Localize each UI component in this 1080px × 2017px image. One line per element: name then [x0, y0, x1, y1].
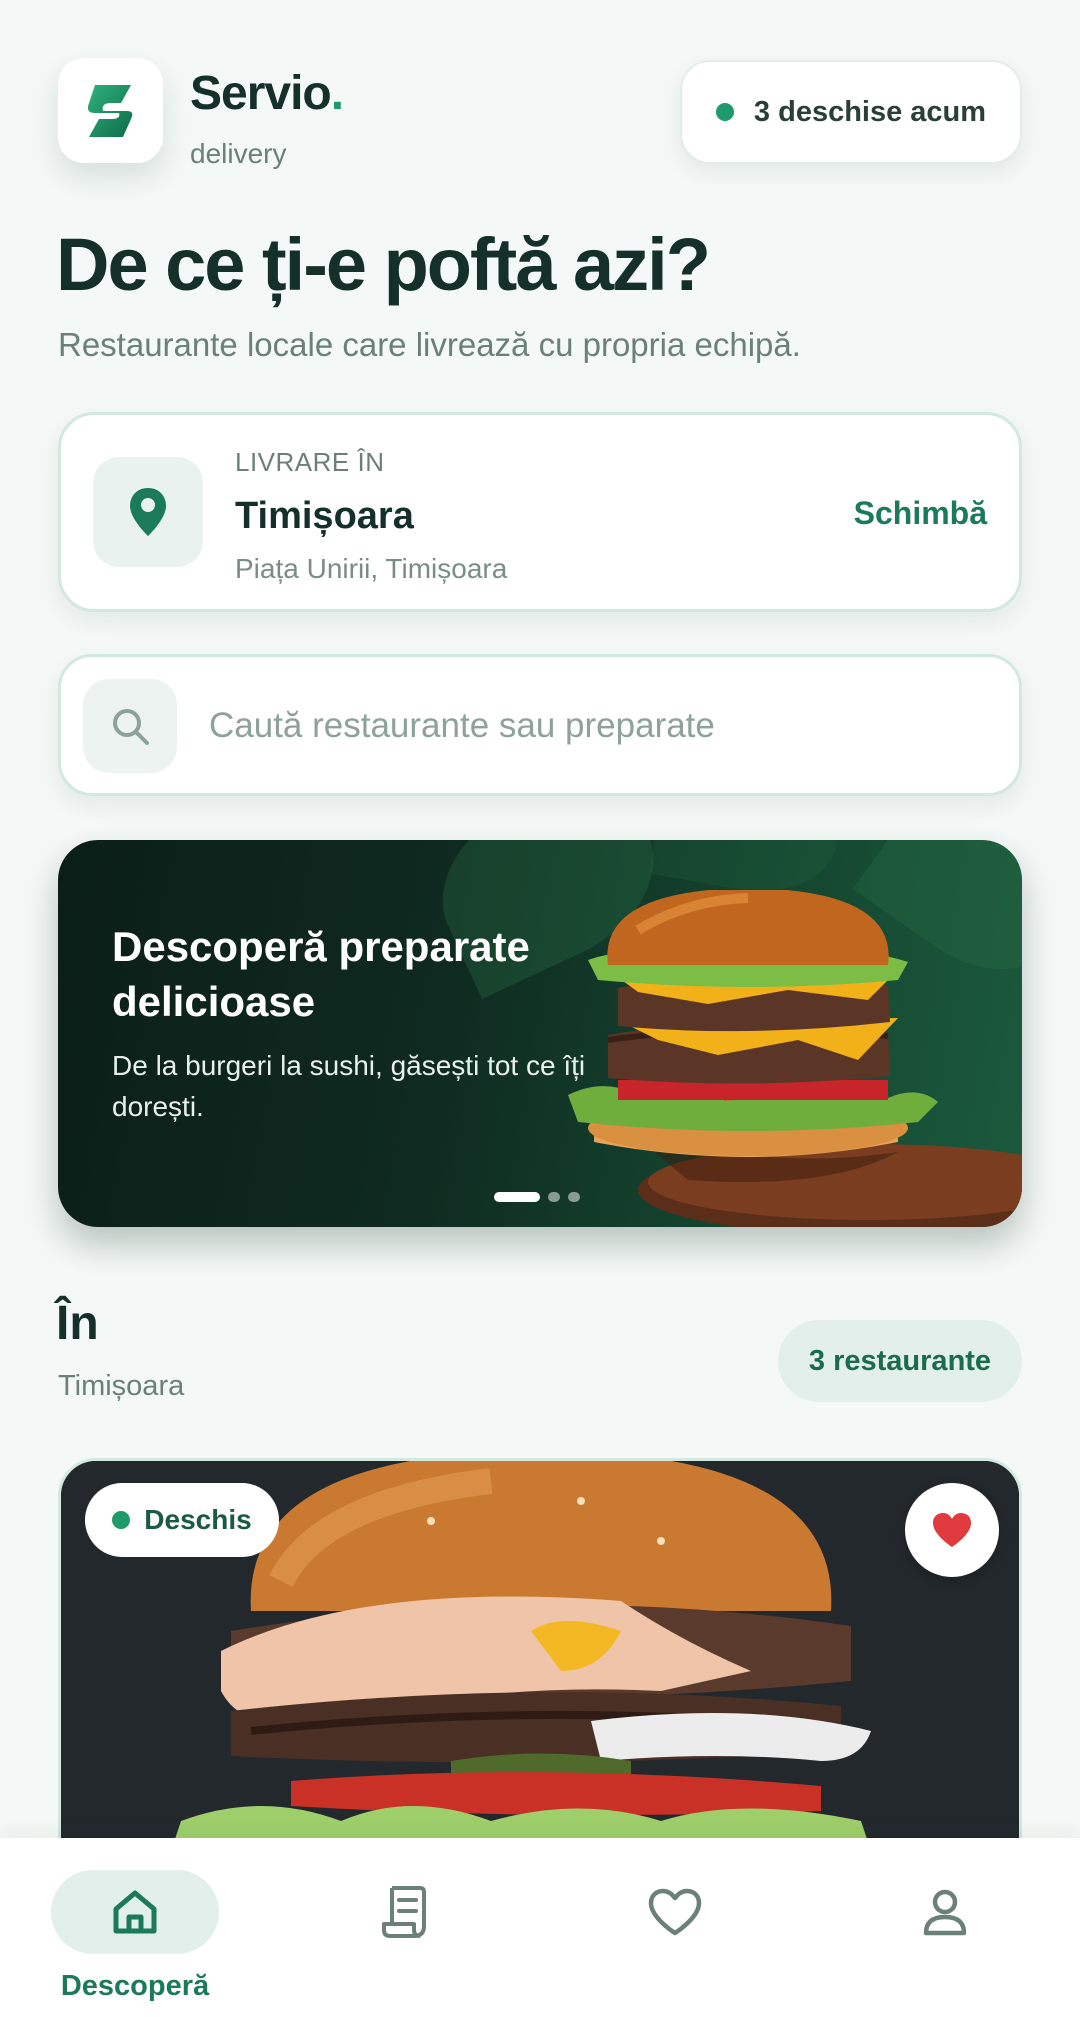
- receipt-icon: [321, 1870, 489, 1954]
- carousel-dot[interactable]: [568, 1192, 580, 1202]
- carousel-indicator[interactable]: [494, 1192, 580, 1202]
- banner-title: Descoperă preparate delicioase: [112, 923, 530, 1025]
- change-location-button[interactable]: Schimbă: [854, 495, 987, 532]
- page-subtitle: Restaurante locale care livrează cu prop…: [58, 326, 801, 363]
- search-bar[interactable]: [58, 654, 1022, 796]
- carousel-dot[interactable]: [548, 1192, 560, 1202]
- carousel-dot[interactable]: [494, 1192, 540, 1202]
- section-subtitle: Timișoara: [58, 1370, 185, 1402]
- delivery-address: Piața Unirii, Timișoara: [235, 553, 508, 584]
- bottom-navigation: Descoperă: [0, 1838, 1080, 2017]
- burger-image: [568, 890, 1022, 1227]
- brand-logo[interactable]: [58, 58, 163, 163]
- open-status-badge: Deschis: [85, 1483, 279, 1557]
- status-dot-icon: [112, 1511, 131, 1529]
- status-dot-icon: [715, 103, 734, 121]
- delivery-location-card[interactable]: LIVRARE ÎN Timișoara Piața Unirii, Timiș…: [58, 412, 1022, 612]
- restaurant-card[interactable]: Deschis: [58, 1458, 1022, 1878]
- app-header: Servio. delivery 3 deschise acum: [58, 58, 1022, 169]
- page-title: De ce ți-e poftă azi?: [56, 223, 711, 306]
- promo-banner[interactable]: Descoperă preparate delicioase De la bur…: [58, 840, 1022, 1227]
- nav-item-orders[interactable]: [320, 1870, 490, 2010]
- nav-label-discover: Descoperă: [60, 1970, 210, 2002]
- banner-subtitle: De la burgeri la sushi, găsești tot ce î…: [112, 1050, 586, 1122]
- open-status-label: Deschis: [144, 1504, 252, 1535]
- favorite-button[interactable]: [905, 1483, 999, 1577]
- profile-icon: [861, 1870, 1029, 1954]
- location-pin-icon: [93, 457, 203, 567]
- section-title: În: [56, 1297, 99, 1350]
- search-icon: [83, 679, 177, 773]
- brand-subtitle: delivery: [190, 138, 287, 169]
- logo-icon: [87, 84, 132, 137]
- delivery-city: Timișoara: [235, 495, 414, 537]
- open-now-badge[interactable]: 3 deschise acum: [680, 60, 1022, 164]
- heart-filled-icon: [933, 1513, 971, 1547]
- nav-item-discover[interactable]: Descoperă: [50, 1870, 220, 2010]
- brand-name: Servio.: [190, 67, 344, 120]
- home-icon: [51, 1870, 219, 1954]
- search-input[interactable]: [209, 691, 989, 761]
- open-now-label: 3 deschise acum: [753, 95, 987, 128]
- nav-item-profile[interactable]: [860, 1870, 1030, 2010]
- delivery-label: LIVRARE ÎN: [235, 447, 385, 477]
- nav-item-favorites[interactable]: [590, 1870, 760, 2010]
- restaurant-count-badge[interactable]: 3 restaurante: [778, 1320, 1022, 1402]
- heart-icon: [591, 1870, 759, 1954]
